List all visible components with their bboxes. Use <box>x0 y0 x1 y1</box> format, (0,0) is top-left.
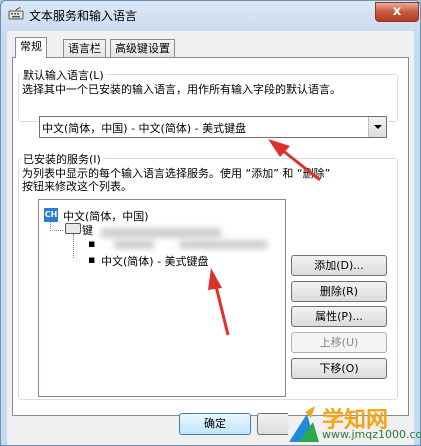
tree-language-node[interactable]: 中文(简体，中国) <box>63 208 149 224</box>
add-button[interactable]: 添加(D)... <box>291 255 387 276</box>
close-icon: x <box>392 4 402 19</box>
tab-advanced-label: 高级键设置 <box>115 42 170 55</box>
tree-connector <box>73 234 74 258</box>
move-down-button[interactable]: 下移(O) <box>291 358 387 379</box>
blurred-region <box>114 240 154 249</box>
close-button[interactable]: x <box>375 2 419 22</box>
tree-bullet: ▪ <box>88 237 96 250</box>
services-tree[interactable]: CH 中文(简体，中国) 键 ▪ ▪ 中文(简体) - 美式键盘 <box>38 199 286 397</box>
default-language-description: 选择其中一个已安装的输入语言，用作所有输入字段的默认语言。 <box>22 83 341 96</box>
tree-connector <box>50 230 63 231</box>
default-language-select[interactable]: 中文(简体，中国) - 中文(简体) - 美式键盘 <box>39 116 387 138</box>
dialog-window: 文本服务和输入语言 x 常规 语言栏 高级键设置 默认输入语言(L) 选择其中一… <box>0 0 421 446</box>
tree-item-node[interactable]: 中文(简体) - 美式键盘 <box>101 253 209 269</box>
chevron-down-icon[interactable] <box>368 117 386 137</box>
window-title: 文本服务和输入语言 <box>29 9 138 23</box>
tab-general-label: 常规 <box>20 40 42 53</box>
title-bar[interactable]: 文本服务和输入语言 x <box>1 1 420 27</box>
blurred-region <box>101 228 221 238</box>
tab-advanced-key-settings[interactable]: 高级键设置 <box>110 39 175 57</box>
ok-button[interactable]: 确定 <box>179 413 251 435</box>
tree-category-node[interactable]: 键 <box>82 222 93 238</box>
remove-button[interactable]: 删除(R) <box>291 281 387 302</box>
default-language-value: 中文(简体，中国) - 中文(简体) - 美式键盘 <box>42 122 247 135</box>
tab-general[interactable]: 常规 <box>15 37 47 58</box>
keyboard-app-icon <box>8 7 24 20</box>
tree-bullet: ▪ <box>88 253 96 266</box>
keyboard-icon <box>65 223 81 234</box>
blurred-region <box>179 240 267 249</box>
language-ch-icon: CH <box>44 208 58 222</box>
tab-language-bar-label: 语言栏 <box>68 42 101 55</box>
move-up-button[interactable]: 上移(U) <box>291 332 387 353</box>
watermark-url: www.jmqz1000.com <box>322 428 421 441</box>
tab-language-bar[interactable]: 语言栏 <box>63 39 106 57</box>
cancel-button[interactable] <box>257 413 288 435</box>
properties-button[interactable]: 属性(P)... <box>291 306 387 327</box>
installed-services-description-2: 按钮来修改这个列表。 <box>22 180 132 193</box>
